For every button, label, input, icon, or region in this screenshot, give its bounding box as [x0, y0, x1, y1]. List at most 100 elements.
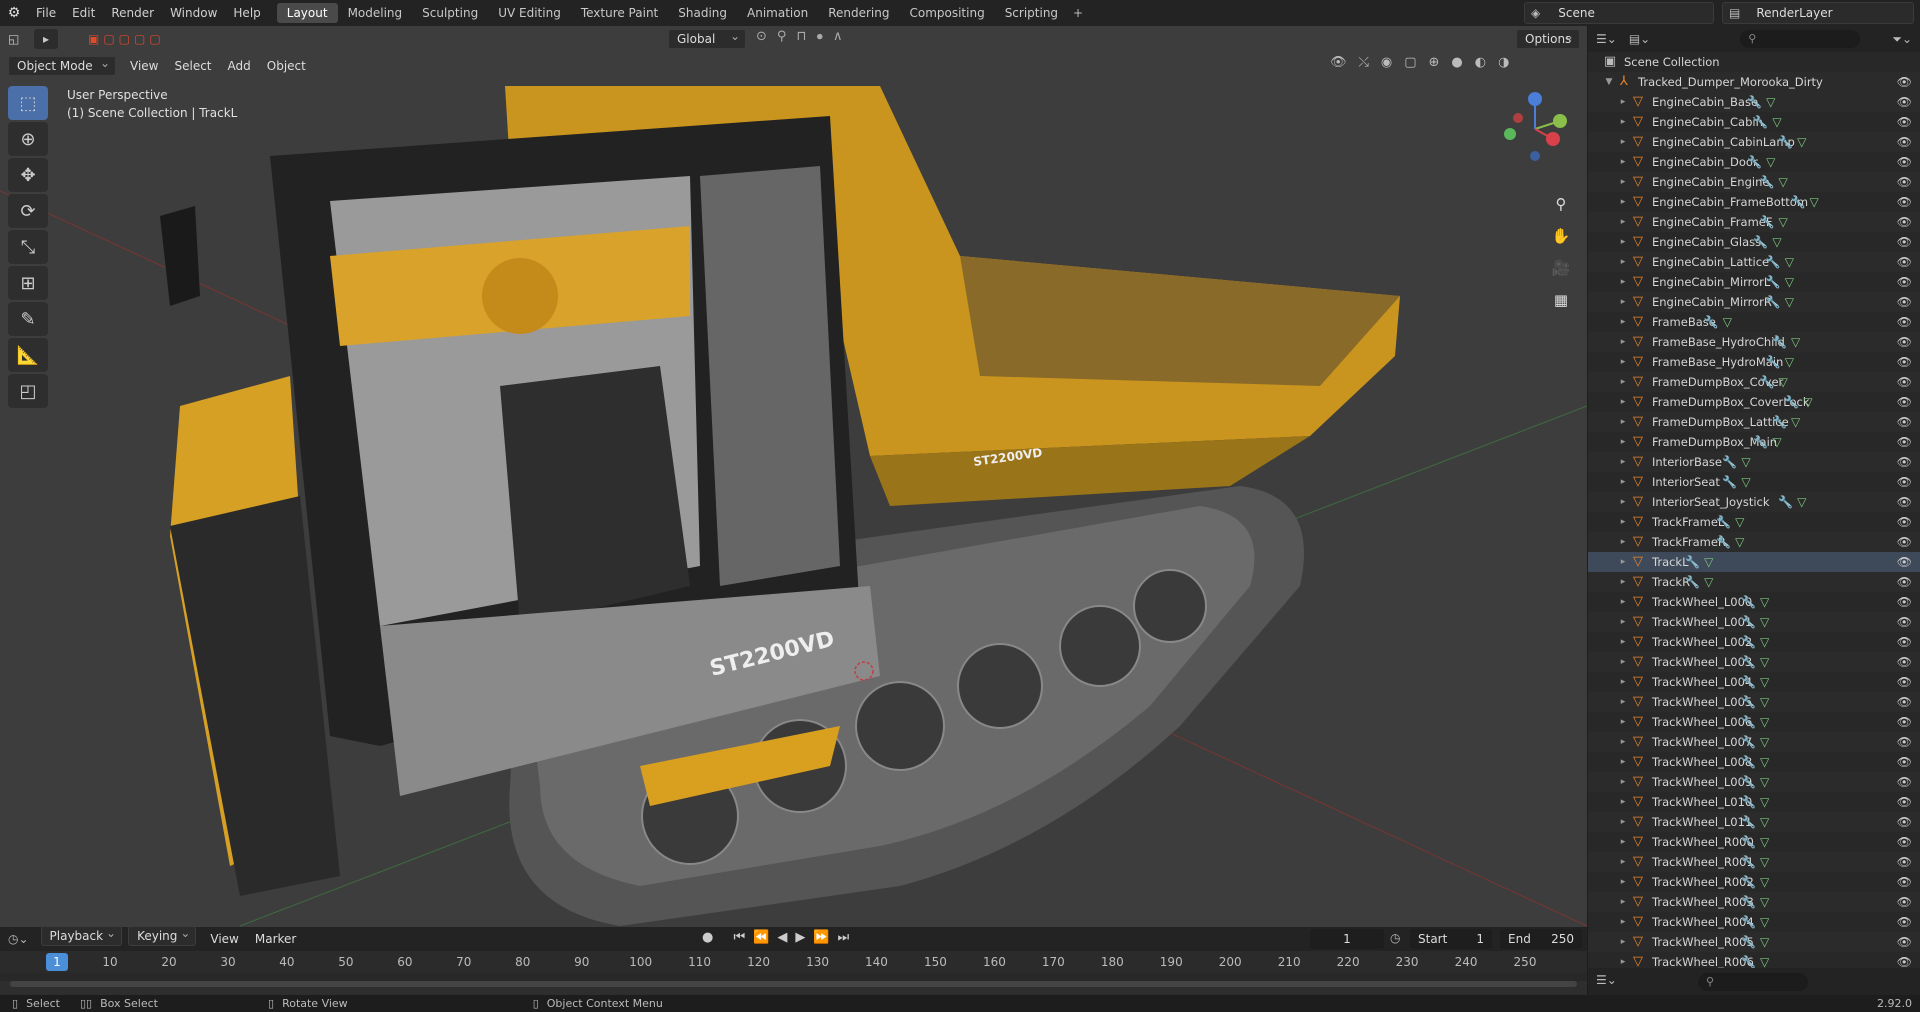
outliner-item[interactable]: ▸ ▽ TrackWheel_R003 🔧 ▽ 👁 [1588, 892, 1920, 912]
visibility-eye-icon[interactable]: 👁 [1897, 595, 1912, 609]
visibility-eye-icon[interactable]: 👁 [1897, 335, 1912, 349]
tab-sculpting[interactable]: Sculpting [412, 3, 488, 23]
outliner-item[interactable]: ▸ ▽ TrackWheel_R004 🔧 ▽ 👁 [1588, 912, 1920, 932]
tab-scripting[interactable]: Scripting [995, 3, 1068, 23]
render-layer-selector[interactable]: ▤ RenderLayer [1722, 2, 1914, 24]
visibility-eye-icon[interactable]: 👁 [1897, 895, 1912, 909]
visibility-eye-icon[interactable]: 👁 [1897, 695, 1912, 709]
outliner-item[interactable]: ▸ ▽ EngineCabin_FrameBottom 🔧 ▽ 👁 [1588, 192, 1920, 212]
menu-render[interactable]: Render [103, 0, 162, 26]
rotate-tool-icon[interactable]: ⟳ [8, 194, 48, 228]
outliner-item[interactable]: ▸ ▽ TrackWheel_L003 🔧 ▽ 👁 [1588, 652, 1920, 672]
expand-arrow-icon[interactable]: ▸ [1616, 197, 1630, 207]
visibility-eye-icon[interactable]: 👁 [1897, 255, 1912, 269]
outliner-item[interactable]: ▸ ▽ EngineCabin_MirrorL 🔧 ▽ 👁 [1588, 272, 1920, 292]
viewport-menu-select[interactable]: Select [166, 53, 219, 79]
outliner-item[interactable]: ▸ ▽ EngineCabin_MirrorR 🔧 ▽ 👁 [1588, 292, 1920, 312]
expand-arrow-icon[interactable]: ▸ [1616, 377, 1630, 387]
expand-arrow-icon[interactable]: ▸ [1616, 817, 1630, 827]
pan-hand-icon[interactable]: ✋ [1548, 223, 1574, 249]
outliner-item[interactable]: ▸ ▽ EngineCabin_Glass 🔧 ▽ 👁 [1588, 232, 1920, 252]
expand-arrow-icon[interactable]: ▸ [1616, 117, 1630, 127]
timeline-scrollbar[interactable] [10, 981, 1577, 987]
expand-arrow-icon[interactable]: ▸ [1616, 957, 1630, 967]
expand-arrow-icon[interactable]: ▸ [1616, 697, 1630, 707]
visibility-eye-icon[interactable]: 👁 [1897, 215, 1912, 229]
expand-arrow-icon[interactable]: ▸ [1616, 537, 1630, 547]
outliner-item[interactable]: ▸ ▽ TrackWheel_R002 🔧 ▽ 👁 [1588, 872, 1920, 892]
expand-arrow-icon[interactable]: ▸ [1616, 497, 1630, 507]
menu-file[interactable]: File [28, 0, 64, 26]
cursor-tool-icon[interactable]: ⊕ [8, 122, 48, 156]
expand-arrow-icon[interactable]: ▸ [1616, 257, 1630, 267]
outliner-item[interactable]: ▸ ▽ EngineCabin_Cabin 🔧 ▽ 👁 [1588, 112, 1920, 132]
visibility-eye-icon[interactable]: 👁 [1897, 275, 1912, 289]
expand-arrow-icon[interactable]: ▸ [1616, 297, 1630, 307]
visibility-eye-icon[interactable]: 👁 [1897, 715, 1912, 729]
expand-arrow-icon[interactable]: ▸ [1616, 777, 1630, 787]
menu-help[interactable]: Help [225, 0, 268, 26]
menu-edit[interactable]: Edit [64, 0, 103, 26]
visibility-eye-icon[interactable]: 👁 [1897, 375, 1912, 389]
expand-arrow-icon[interactable]: ▸ [1616, 617, 1630, 627]
visibility-eye-icon[interactable]: 👁 [1897, 775, 1912, 789]
outliner-item[interactable]: ▸ ▽ TrackWheel_L004 🔧 ▽ 👁 [1588, 672, 1920, 692]
visibility-eye-icon[interactable]: 👁 [1897, 575, 1912, 589]
visibility-eye-icon[interactable]: 👁 [1897, 875, 1912, 889]
timeline-menu-marker[interactable]: Marker [247, 926, 304, 952]
outliner-item[interactable]: ▸ ▽ TrackWheel_L010 🔧 ▽ 👁 [1588, 792, 1920, 812]
visibility-eye-icon[interactable]: 👁 [1897, 935, 1912, 949]
menu-window[interactable]: Window [162, 0, 225, 26]
outliner-item[interactable]: ▸ ▽ FrameDumpBox_Lattice 🔧 ▽ 👁 [1588, 412, 1920, 432]
visibility-eye-icon[interactable]: 👁 [1897, 515, 1912, 529]
tab-shading[interactable]: Shading [668, 3, 737, 23]
expand-arrow-icon[interactable]: ▼ [1602, 77, 1616, 87]
visibility-eye-icon[interactable]: 👁 [1897, 195, 1912, 209]
visibility-eye-icon[interactable]: 👁 [1897, 115, 1912, 129]
selection-mode-icons[interactable]: ▣▢▢▢▢ [88, 32, 165, 46]
frame-ruler[interactable]: 1 10 20 30 40 50 60 70 80 90 100 110 120 130 140 150 160… [0, 951, 1587, 973]
visibility-eye-icon[interactable]: 👁 [1897, 955, 1912, 968]
outliner-item[interactable]: ▸ ▽ TrackWheel_L011 🔧 ▽ 👁 [1588, 812, 1920, 832]
overlay-icons[interactable]: 👁⤯◉▢⊕●◐◑ [1330, 55, 1521, 70]
visibility-eye-icon[interactable]: 👁 [1897, 155, 1912, 169]
outliner-item[interactable]: ▸ ▽ TrackWheel_L006 🔧 ▽ 👁 [1588, 712, 1920, 732]
outliner-item[interactable]: ▸ ▽ TrackWheel_L009 🔧 ▽ 👁 [1588, 772, 1920, 792]
outliner-item[interactable]: ▸ ▽ TrackWheel_L001 🔧 ▽ 👁 [1588, 612, 1920, 632]
visibility-eye-icon[interactable]: 👁 [1897, 395, 1912, 409]
outliner-item[interactable]: ▸ ▽ TrackFrameL 🔧 ▽ 👁 [1588, 512, 1920, 532]
outliner-item[interactable]: ▸ ▽ TrackWheel_L002 🔧 ▽ 👁 [1588, 632, 1920, 652]
measure-tool-icon[interactable]: 📐 [8, 338, 48, 372]
expand-arrow-icon[interactable]: ▸ [1616, 737, 1630, 747]
expand-arrow-icon[interactable]: ▸ [1616, 477, 1630, 487]
outliner-item[interactable]: ▸ ▽ TrackWheel_R006 🔧 ▽ 👁 [1588, 952, 1920, 969]
camera-view-icon[interactable]: 🎥 [1548, 255, 1574, 281]
outliner-item[interactable]: ▸ ▽ TrackWheel_L007 🔧 ▽ 👁 [1588, 732, 1920, 752]
outliner-item[interactable]: ▸ ▽ FrameBase 🔧 ▽ 👁 [1588, 312, 1920, 332]
move-tool-icon[interactable]: ✥ [8, 158, 48, 192]
outliner-item[interactable]: ▸ ▽ EngineCabin_Door 🔧 ▽ 👁 [1588, 152, 1920, 172]
timeline-menu-keying[interactable]: Keying [128, 924, 197, 946]
visibility-eye-icon[interactable]: 👁 [1897, 455, 1912, 469]
viewport-menu-add[interactable]: Add [220, 53, 259, 79]
annotate-tool-icon[interactable]: ✎ [8, 302, 48, 336]
outliner-item[interactable]: ▸ ▽ TrackFrameR 🔧 ▽ 👁 [1588, 532, 1920, 552]
outliner-item[interactable]: ▸ ▽ FrameBase_HydroMain 🔧 ▽ 👁 [1588, 352, 1920, 372]
timeline-editor-icon[interactable]: ◷⌄ [8, 932, 29, 946]
visibility-eye-icon[interactable]: 👁 [1897, 415, 1912, 429]
visibility-eye-icon[interactable]: 👁 [1897, 435, 1912, 449]
outliner-item[interactable]: ▸ ▽ TrackL 🔧 ▽ 👁 [1588, 552, 1920, 572]
outliner-item[interactable]: ▸ ▽ InteriorSeat 🔧 ▽ 👁 [1588, 472, 1920, 492]
expand-arrow-icon[interactable]: ▸ [1616, 217, 1630, 227]
zoom-icon[interactable]: ⚲ [1548, 191, 1574, 217]
outliner-item[interactable]: ▸ ▽ InteriorSeat_Joystick 🔧 ▽ 👁 [1588, 492, 1920, 512]
playback-controls[interactable]: ● ⏮⏪◀▶⏩⏭ [702, 930, 857, 945]
expand-arrow-icon[interactable]: ▸ [1616, 577, 1630, 587]
expand-arrow-icon[interactable]: ▸ [1616, 357, 1630, 367]
add-cube-tool-icon[interactable]: ◰ [8, 374, 48, 408]
visibility-eye-icon[interactable]: 👁 [1897, 75, 1912, 89]
expand-arrow-icon[interactable]: ▸ [1616, 157, 1630, 167]
object-mode-dropdown[interactable]: Object Mode [8, 54, 116, 76]
visibility-eye-icon[interactable]: 👁 [1897, 135, 1912, 149]
outliner-item[interactable]: ▸ ▽ TrackWheel_L008 🔧 ▽ 👁 [1588, 752, 1920, 772]
